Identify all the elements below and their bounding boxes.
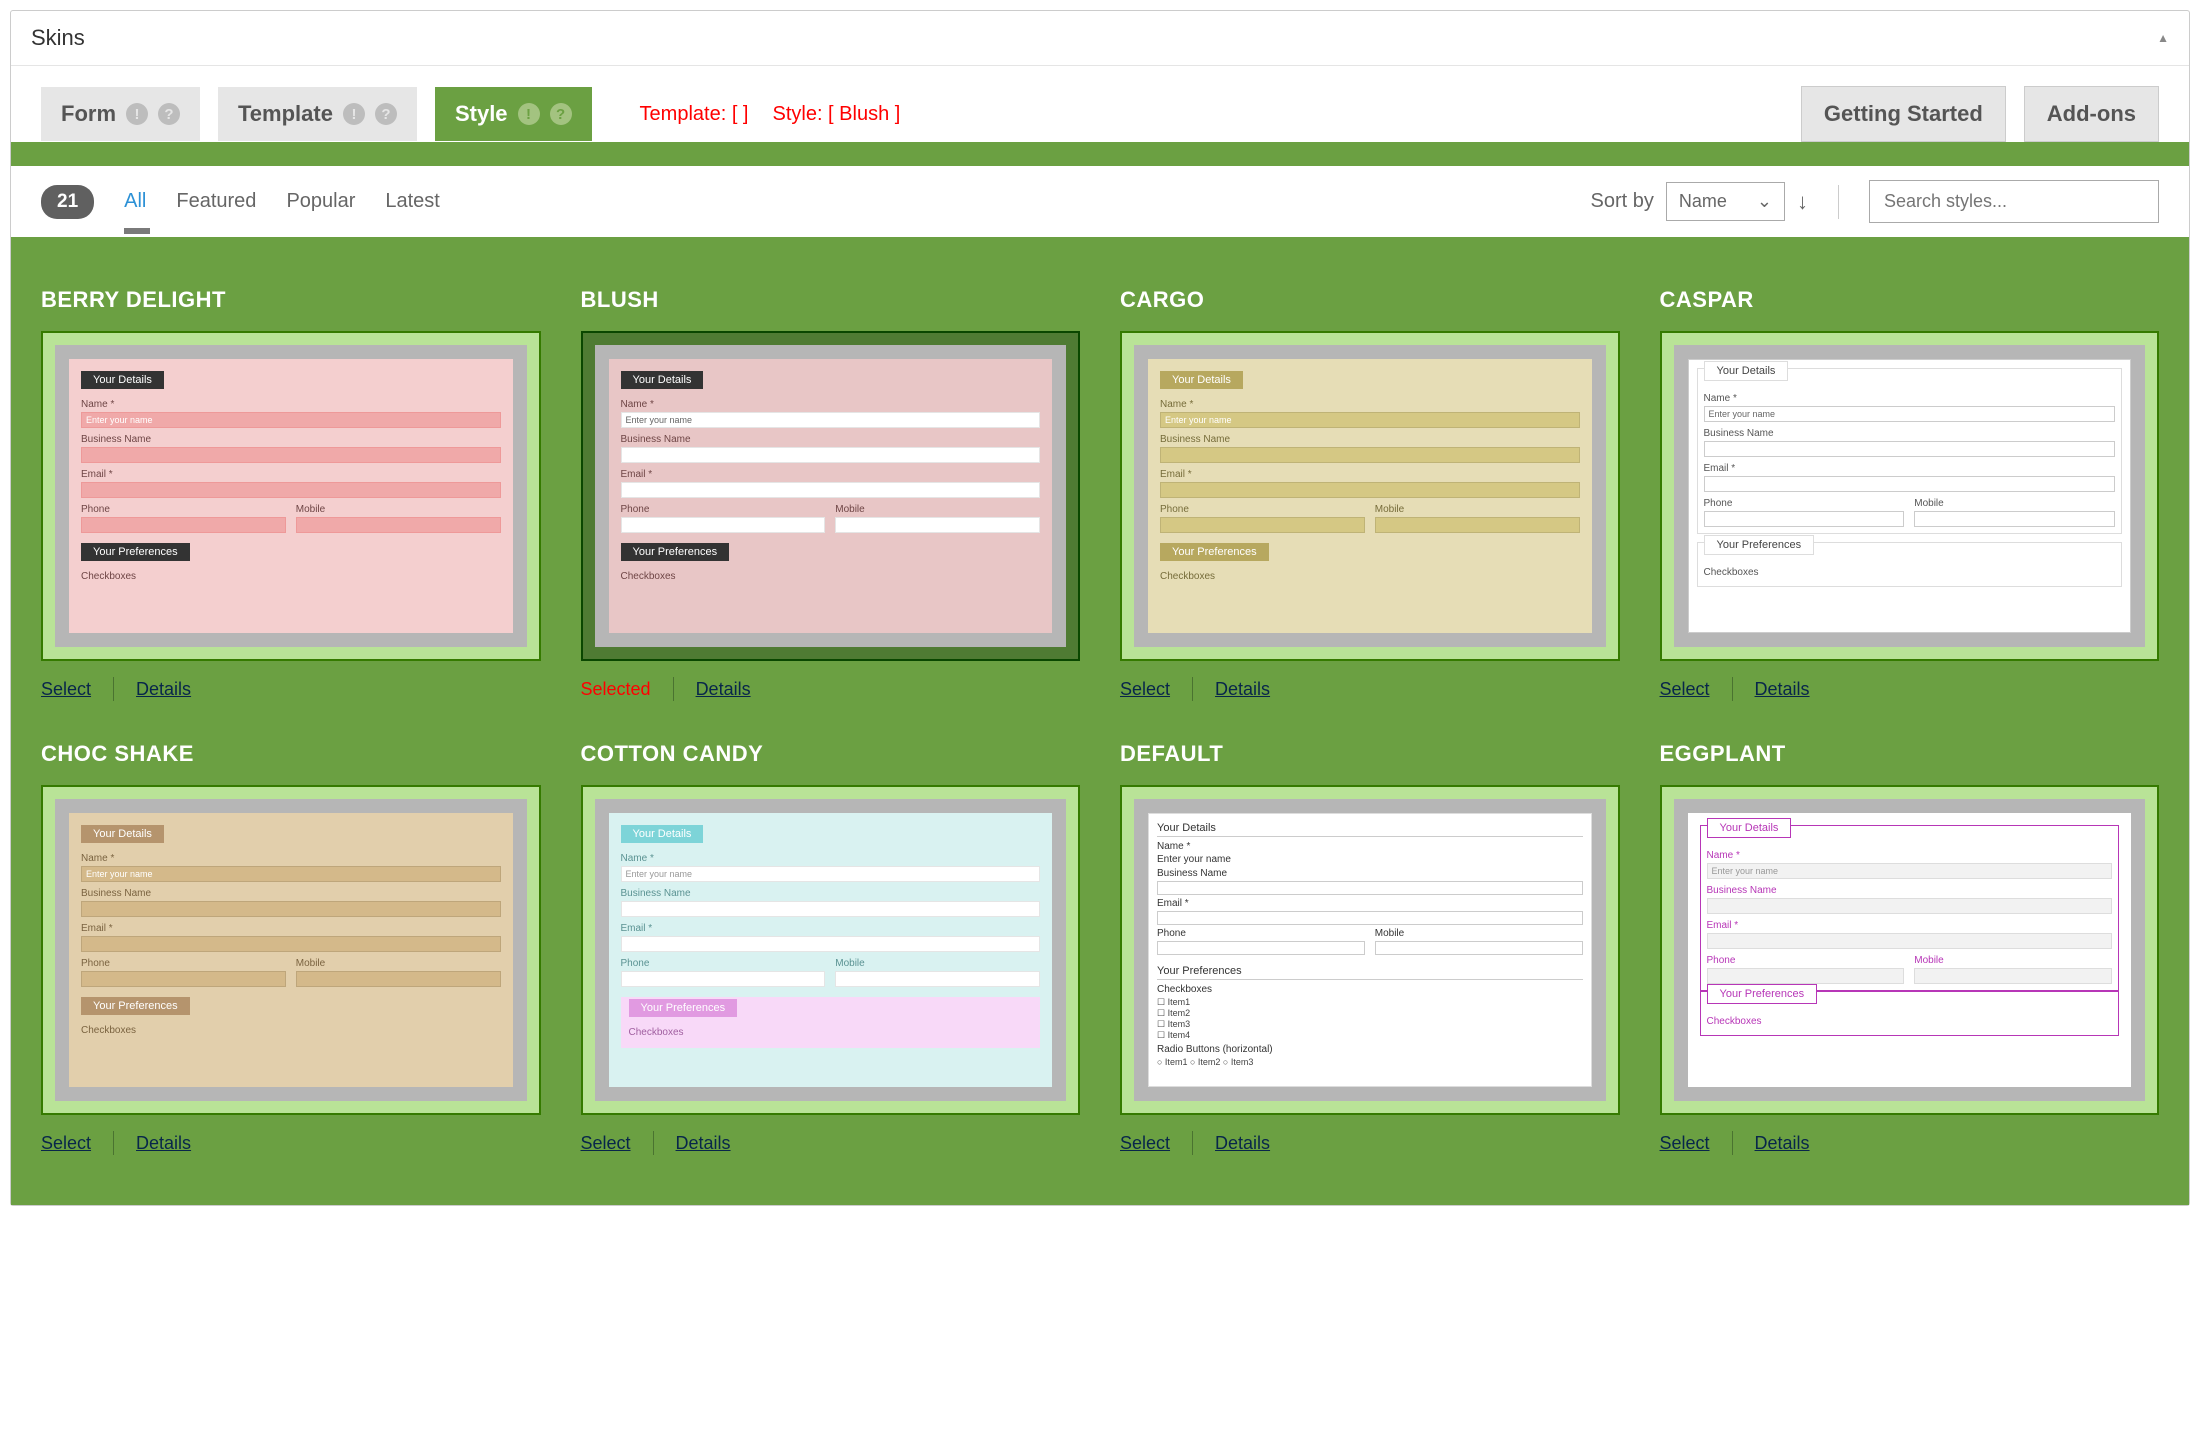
- divider: [113, 1131, 114, 1155]
- style-thumbnail[interactable]: Your Details Name *Enter your name Busin…: [1660, 785, 2160, 1115]
- info-icon[interactable]: !: [518, 103, 540, 125]
- sort-group: Sort by Name ⌄ ↓: [1591, 182, 1808, 221]
- filter-latest[interactable]: Latest: [385, 190, 439, 213]
- style-title: CHOC SHAKE: [41, 741, 541, 767]
- divider: [653, 1131, 654, 1155]
- style-card: CARGO Your Details Name *Enter your name…: [1120, 287, 1620, 701]
- select-link[interactable]: Select: [581, 1133, 631, 1154]
- tab-form-label: Form: [61, 101, 116, 127]
- select-link[interactable]: Select: [1660, 679, 1710, 700]
- getting-started-button[interactable]: Getting Started: [1801, 86, 2006, 142]
- tabs-bar: Form ! ? Template ! ? Style ! ? Template…: [11, 66, 2189, 142]
- divider: [673, 677, 674, 701]
- details-link[interactable]: Details: [136, 1133, 191, 1154]
- tab-template[interactable]: Template ! ?: [218, 87, 417, 141]
- card-actions: Select Details: [1120, 1131, 1620, 1155]
- panel-title: Skins: [31, 25, 85, 51]
- details-link[interactable]: Details: [1215, 1133, 1270, 1154]
- addons-button[interactable]: Add-ons: [2024, 86, 2159, 142]
- style-card: CHOC SHAKE Your Details Name *Enter your…: [41, 741, 541, 1155]
- style-card: EGGPLANT Your Details Name *Enter your n…: [1660, 741, 2160, 1155]
- skins-panel: Skins ▲ Form ! ? Template ! ? Style ! ? …: [10, 10, 2190, 1206]
- card-actions: Select Details: [581, 1131, 1081, 1155]
- style-thumbnail[interactable]: Your Details Name *Enter your name Busin…: [581, 331, 1081, 661]
- style-card: BLUSH Your Details Name *Enter your name…: [581, 287, 1081, 701]
- select-link[interactable]: Select: [41, 1133, 91, 1154]
- style-thumbnail[interactable]: Your Details Name * Enter your name Busi…: [1120, 785, 1620, 1115]
- select-link[interactable]: Select: [1120, 679, 1170, 700]
- divider: [1732, 1131, 1733, 1155]
- tab-template-label: Template: [238, 101, 333, 127]
- style-card: DEFAULT Your Details Name * Enter your n…: [1120, 741, 1620, 1155]
- filter-bar: 21 All Featured Popular Latest Sort by N…: [11, 166, 2189, 237]
- count-badge: 21: [41, 185, 94, 219]
- card-actions: Select Details: [1660, 1131, 2160, 1155]
- sort-value: Name: [1679, 191, 1727, 212]
- details-link[interactable]: Details: [696, 679, 751, 700]
- summary-style: Style: [ Blush ]: [772, 103, 900, 126]
- style-thumbnail[interactable]: Your Details Name *Enter your name Busin…: [1660, 331, 2160, 661]
- details-link[interactable]: Details: [1755, 1133, 1810, 1154]
- search-input[interactable]: [1884, 191, 2144, 212]
- details-link[interactable]: Details: [1755, 679, 1810, 700]
- details-link[interactable]: Details: [676, 1133, 731, 1154]
- tab-form[interactable]: Form ! ?: [41, 87, 200, 141]
- divider: [1192, 677, 1193, 701]
- style-title: COTTON CANDY: [581, 741, 1081, 767]
- active-underline: [124, 228, 150, 234]
- chevron-down-icon: ⌄: [1757, 191, 1772, 212]
- card-actions: Select Details: [1660, 677, 2160, 701]
- tab-style-label: Style: [455, 101, 508, 127]
- style-title: CASPAR: [1660, 287, 2160, 313]
- collapse-icon[interactable]: ▲: [2157, 31, 2169, 45]
- selection-summary: Template: [ ] Style: [ Blush ]: [640, 103, 901, 126]
- selected-label: Selected: [581, 679, 651, 700]
- card-actions: Select Details: [41, 1131, 541, 1155]
- details-link[interactable]: Details: [1215, 679, 1270, 700]
- divider: [1838, 185, 1839, 219]
- style-title: BLUSH: [581, 287, 1081, 313]
- help-icon[interactable]: ?: [550, 103, 572, 125]
- sort-direction-icon[interactable]: ↓: [1797, 189, 1808, 215]
- card-actions: Select Details: [41, 677, 541, 701]
- style-title: CARGO: [1120, 287, 1620, 313]
- style-thumbnail[interactable]: Your Details Name *Enter your name Busin…: [41, 785, 541, 1115]
- card-actions: Selected Details: [581, 677, 1081, 701]
- style-card: CASPAR Your Details Name *Enter your nam…: [1660, 287, 2160, 701]
- style-thumbnail[interactable]: Your Details Name *Enter your name Busin…: [41, 331, 541, 661]
- sort-select[interactable]: Name ⌄: [1666, 182, 1785, 221]
- style-gallery: BERRY DELIGHT Your Details Name *Enter y…: [11, 237, 2189, 1205]
- search-box[interactable]: [1869, 180, 2159, 223]
- filter-all[interactable]: All: [124, 190, 146, 213]
- filter-featured[interactable]: Featured: [176, 190, 256, 213]
- divider: [1732, 677, 1733, 701]
- style-card: COTTON CANDY Your Details Name *Enter yo…: [581, 741, 1081, 1155]
- summary-template: Template: [ ]: [640, 103, 749, 126]
- style-thumbnail[interactable]: Your Details Name *Enter your name Busin…: [581, 785, 1081, 1115]
- tab-style[interactable]: Style ! ?: [435, 87, 592, 141]
- style-title: EGGPLANT: [1660, 741, 2160, 767]
- select-link[interactable]: Select: [1120, 1133, 1170, 1154]
- filter-popular[interactable]: Popular: [286, 190, 355, 213]
- info-icon[interactable]: !: [343, 103, 365, 125]
- help-icon[interactable]: ?: [375, 103, 397, 125]
- divider: [113, 677, 114, 701]
- sort-label: Sort by: [1591, 190, 1654, 213]
- panel-header: Skins ▲: [11, 11, 2189, 66]
- style-title: DEFAULT: [1120, 741, 1620, 767]
- style-thumbnail[interactable]: Your Details Name *Enter your name Busin…: [1120, 331, 1620, 661]
- style-title: BERRY DELIGHT: [41, 287, 541, 313]
- green-strip: [11, 142, 2189, 166]
- details-link[interactable]: Details: [136, 679, 191, 700]
- style-card: BERRY DELIGHT Your Details Name *Enter y…: [41, 287, 541, 701]
- card-actions: Select Details: [1120, 677, 1620, 701]
- divider: [1192, 1131, 1193, 1155]
- select-link[interactable]: Select: [41, 679, 91, 700]
- select-link[interactable]: Select: [1660, 1133, 1710, 1154]
- info-icon[interactable]: !: [126, 103, 148, 125]
- help-icon[interactable]: ?: [158, 103, 180, 125]
